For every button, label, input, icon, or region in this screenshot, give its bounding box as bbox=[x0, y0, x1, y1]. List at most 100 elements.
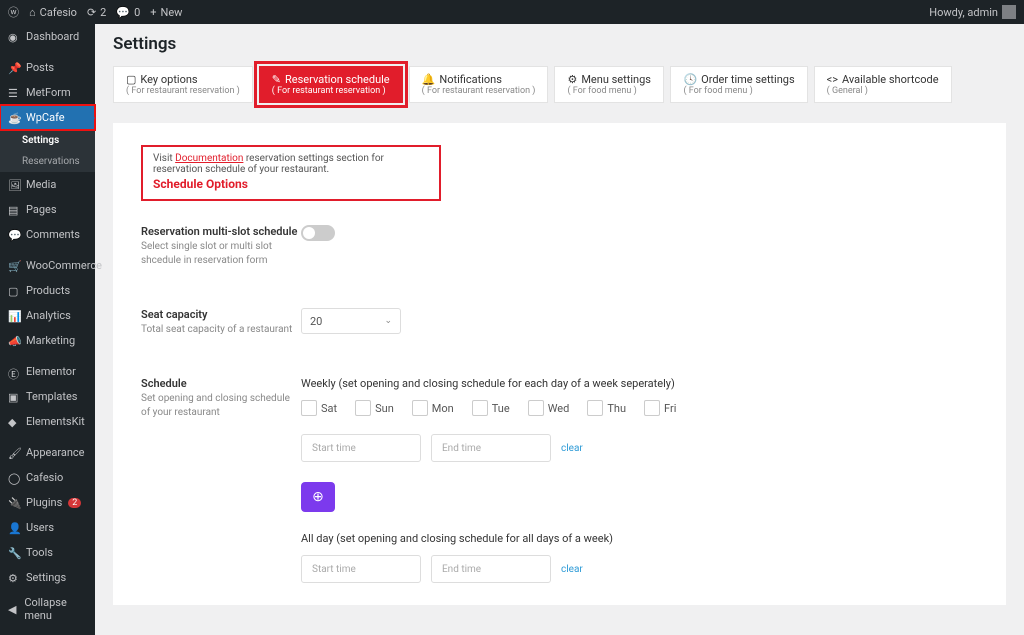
checkbox[interactable] bbox=[528, 400, 544, 416]
template-icon: ▣ bbox=[8, 391, 20, 403]
multislot-label: Reservation multi-slot schedule bbox=[141, 225, 301, 238]
tab-key-options[interactable]: ▢Key options( For restaurant reservation… bbox=[113, 66, 253, 103]
schedule-label: Schedule bbox=[141, 377, 301, 390]
admin-sidebar: ◉Dashboard 📌Posts ☰MetForm ☕WpCafe Setti… bbox=[0, 24, 95, 635]
site-link[interactable]: ⌂ Cafesio bbox=[29, 6, 77, 19]
menu-media[interactable]: 🖼Media bbox=[0, 172, 95, 197]
add-slot-button[interactable]: ⊕ bbox=[301, 482, 335, 512]
new-link[interactable]: + New bbox=[150, 6, 182, 19]
media-icon: 🖼 bbox=[8, 179, 20, 191]
submenu-settings[interactable]: Settings bbox=[0, 130, 95, 151]
tab-shortcode[interactable]: <>Available shortcode( General ) bbox=[814, 66, 952, 103]
menu-pages[interactable]: ▤Pages bbox=[0, 197, 95, 222]
admin-bar: ⓦ ⌂ Cafesio ⟳ 2 💬 0 + New Howdy, admin bbox=[0, 0, 1024, 24]
menu-analytics[interactable]: 📊Analytics bbox=[0, 303, 95, 328]
checkbox[interactable] bbox=[587, 400, 603, 416]
plug-icon: 🔌 bbox=[8, 497, 20, 509]
theme-icon: ◯ bbox=[8, 472, 20, 484]
brush-icon: 🖌 bbox=[8, 447, 20, 459]
menu-woocommerce[interactable]: 🛒WooCommerce bbox=[0, 253, 95, 278]
page-icon: ▤ bbox=[8, 204, 20, 216]
doc-title: Schedule Options bbox=[153, 177, 429, 191]
comments-link[interactable]: 💬 0 bbox=[116, 6, 140, 19]
collapse-icon: ◀ bbox=[8, 603, 18, 615]
allday-start-input[interactable]: Start time bbox=[301, 555, 421, 583]
menu-cafesio[interactable]: ◯Cafesio bbox=[0, 465, 95, 490]
comment-icon: 💬 bbox=[8, 229, 20, 241]
day-fri[interactable]: Fri bbox=[644, 400, 676, 416]
page-content: Settings ▢Key options( For restaurant re… bbox=[95, 24, 1024, 635]
menu-wpcafe[interactable]: ☕WpCafe bbox=[0, 105, 95, 130]
coffee-icon: ☕ bbox=[8, 112, 20, 124]
avatar bbox=[1002, 5, 1016, 19]
weekly-clear[interactable]: clear bbox=[561, 443, 583, 454]
menu-metform[interactable]: ☰MetForm bbox=[0, 80, 95, 105]
settings-panel: Visit Documentation reservation settings… bbox=[113, 123, 1006, 605]
weekly-start-input[interactable]: Start time bbox=[301, 434, 421, 462]
tab-order-time[interactable]: 🕓Order time settings( For food menu ) bbox=[670, 66, 807, 103]
menu-templates[interactable]: ▣Templates bbox=[0, 384, 95, 409]
gear-icon: ⚙ bbox=[567, 73, 577, 86]
tab-reservation-schedule[interactable]: ✎Reservation schedule( For restaurant re… bbox=[259, 66, 403, 103]
checkbox[interactable] bbox=[472, 400, 488, 416]
day-sat[interactable]: Sat bbox=[301, 400, 337, 416]
chevron-down-icon: ⌄ bbox=[384, 316, 392, 326]
menu-appearance[interactable]: 🖌Appearance bbox=[0, 440, 95, 465]
plugin-badge: 2 bbox=[68, 498, 81, 508]
day-sun[interactable]: Sun bbox=[355, 400, 394, 416]
menu-products[interactable]: ▢Products bbox=[0, 278, 95, 303]
multislot-toggle[interactable] bbox=[301, 225, 335, 241]
menu-collapse[interactable]: ◀Collapse menu bbox=[0, 590, 95, 628]
checkbox[interactable] bbox=[301, 400, 317, 416]
wpcafe-submenu: Settings Reservations bbox=[0, 130, 95, 172]
allday-end-input[interactable]: End time bbox=[431, 555, 551, 583]
cart-icon: 🛒 bbox=[8, 260, 20, 272]
multislot-desc: Select single slot or multi slot shcedul… bbox=[141, 240, 301, 268]
howdy-link[interactable]: Howdy, admin bbox=[929, 5, 1016, 19]
menu-tools[interactable]: 🔧Tools bbox=[0, 540, 95, 565]
checkbox[interactable] bbox=[412, 400, 428, 416]
day-tue[interactable]: Tue bbox=[472, 400, 510, 416]
day-mon[interactable]: Mon bbox=[412, 400, 454, 416]
allday-heading: All day (set opening and closing schedul… bbox=[301, 532, 978, 545]
checkbox[interactable] bbox=[644, 400, 660, 416]
day-wed[interactable]: Wed bbox=[528, 400, 570, 416]
tab-menu-settings[interactable]: ⚙Menu settings( For food menu ) bbox=[554, 66, 664, 103]
doc-box: Visit Documentation reservation settings… bbox=[141, 145, 441, 201]
elementor-icon: Ⓔ bbox=[8, 366, 20, 378]
bell-icon: 🔔 bbox=[422, 73, 436, 86]
menu-marketing[interactable]: 📣Marketing bbox=[0, 328, 95, 353]
day-thu[interactable]: Thu bbox=[587, 400, 626, 416]
menu-comments[interactable]: 💬Comments bbox=[0, 222, 95, 247]
code-icon: <> bbox=[827, 73, 838, 86]
plus-icon: ⊕ bbox=[312, 489, 324, 505]
schedule-desc: Set opening and closing schedule of your… bbox=[141, 392, 301, 420]
gear-icon: ⚙ bbox=[8, 572, 20, 584]
menu-dashboard[interactable]: ◉Dashboard bbox=[0, 24, 95, 49]
updates-link[interactable]: ⟳ 2 bbox=[87, 6, 106, 19]
checkbox[interactable] bbox=[355, 400, 371, 416]
menu-elementor[interactable]: ⒺElementor bbox=[0, 359, 95, 384]
menu-posts[interactable]: 📌Posts bbox=[0, 55, 95, 80]
doc-link[interactable]: Documentation bbox=[175, 153, 243, 164]
pin-icon: 📌 bbox=[8, 62, 20, 74]
page-title: Settings bbox=[113, 34, 1006, 54]
allday-clear[interactable]: clear bbox=[561, 564, 583, 575]
form-icon: ☰ bbox=[8, 87, 20, 99]
weekly-heading: Weekly (set opening and closing schedule… bbox=[301, 377, 978, 390]
dashboard-icon: ◉ bbox=[8, 31, 20, 43]
kit-icon: ◆ bbox=[8, 416, 20, 428]
box-icon: ▢ bbox=[8, 285, 20, 297]
submenu-reservations[interactable]: Reservations bbox=[0, 151, 95, 172]
settings-tabs: ▢Key options( For restaurant reservation… bbox=[113, 66, 1006, 103]
menu-plugins[interactable]: 🔌Plugins 2 bbox=[0, 490, 95, 515]
menu-elementskit[interactable]: ◆ElementsKit bbox=[0, 409, 95, 434]
tab-notifications[interactable]: 🔔Notifications( For restaurant reservati… bbox=[409, 66, 549, 103]
seat-select[interactable]: 20⌄ bbox=[301, 308, 401, 334]
weekly-end-input[interactable]: End time bbox=[431, 434, 551, 462]
user-icon: 👤 bbox=[8, 522, 20, 534]
menu-settings[interactable]: ⚙Settings bbox=[0, 565, 95, 590]
menu-users[interactable]: 👤Users bbox=[0, 515, 95, 540]
wp-logo-icon[interactable]: ⓦ bbox=[8, 4, 19, 20]
seat-label: Seat capacity bbox=[141, 308, 301, 321]
